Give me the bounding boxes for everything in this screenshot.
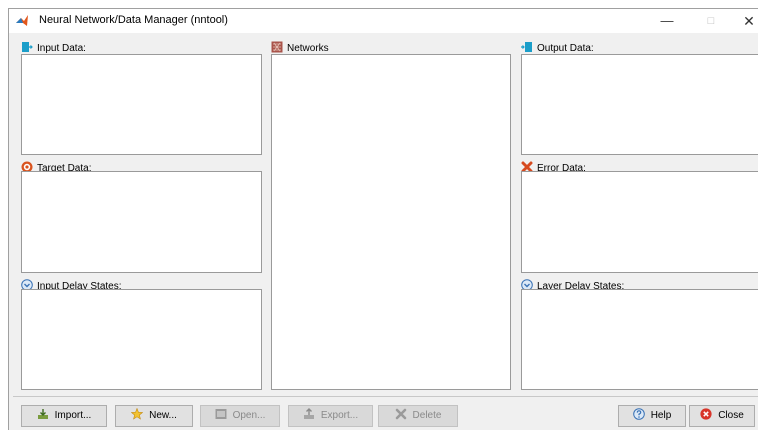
input-data-list[interactable]: [21, 54, 262, 155]
input-data-icon: [22, 42, 33, 52]
output-data-list[interactable]: [521, 54, 758, 155]
networks-label: Networks: [271, 41, 329, 55]
help-icon: [632, 408, 645, 420]
output-data-icon: [521, 42, 532, 52]
help-button-label: Help: [650, 410, 672, 421]
target-data-list[interactable]: [21, 171, 262, 273]
export-icon: [303, 408, 314, 419]
export-button-label: Export...: [320, 410, 359, 421]
import-button-label: Import...: [54, 410, 92, 421]
network-icon: [271, 41, 283, 53]
error-data-list[interactable]: [521, 171, 758, 273]
networks-list[interactable]: [271, 54, 511, 390]
window-title: Neural Network/Data Manager (nntool): [39, 14, 228, 26]
divider: [13, 396, 758, 397]
delete-button-label: Delete: [412, 410, 442, 421]
import-button[interactable]: Import...: [21, 405, 107, 427]
open-icon: [215, 409, 227, 419]
open-button[interactable]: Open...: [200, 405, 280, 427]
networks-text: Networks: [287, 43, 329, 54]
open-button-label: Open...: [232, 410, 266, 421]
close-window-button[interactable]: ✕: [727, 9, 758, 33]
output-data-text: Output Data:: [537, 43, 594, 54]
close-button[interactable]: Close: [689, 405, 755, 427]
input-data-text: Input Data:: [37, 43, 86, 54]
minimize-button[interactable]: —: [645, 9, 689, 33]
import-icon: [37, 409, 48, 419]
delete-icon: [395, 408, 406, 420]
nntool-window: Neural Network/Data Manager (nntool) — □…: [8, 8, 758, 430]
layer-delay-states-list[interactable]: [521, 289, 758, 390]
input-delay-states-list[interactable]: [21, 289, 262, 390]
close-button-label: Close: [718, 410, 744, 421]
input-data-label: Input Data:: [21, 41, 86, 55]
new-button-label: New...: [149, 410, 177, 421]
close-icon: [700, 408, 712, 420]
help-button[interactable]: Help: [618, 405, 686, 427]
matlab-logo-icon: [16, 15, 28, 26]
title-bar: Neural Network/Data Manager (nntool) — □…: [9, 9, 758, 33]
new-star-icon: [131, 408, 144, 420]
delete-button[interactable]: Delete: [378, 405, 458, 427]
export-button[interactable]: Export...: [288, 405, 373, 427]
new-button[interactable]: New...: [115, 405, 193, 427]
output-data-label: Output Data:: [521, 41, 594, 55]
